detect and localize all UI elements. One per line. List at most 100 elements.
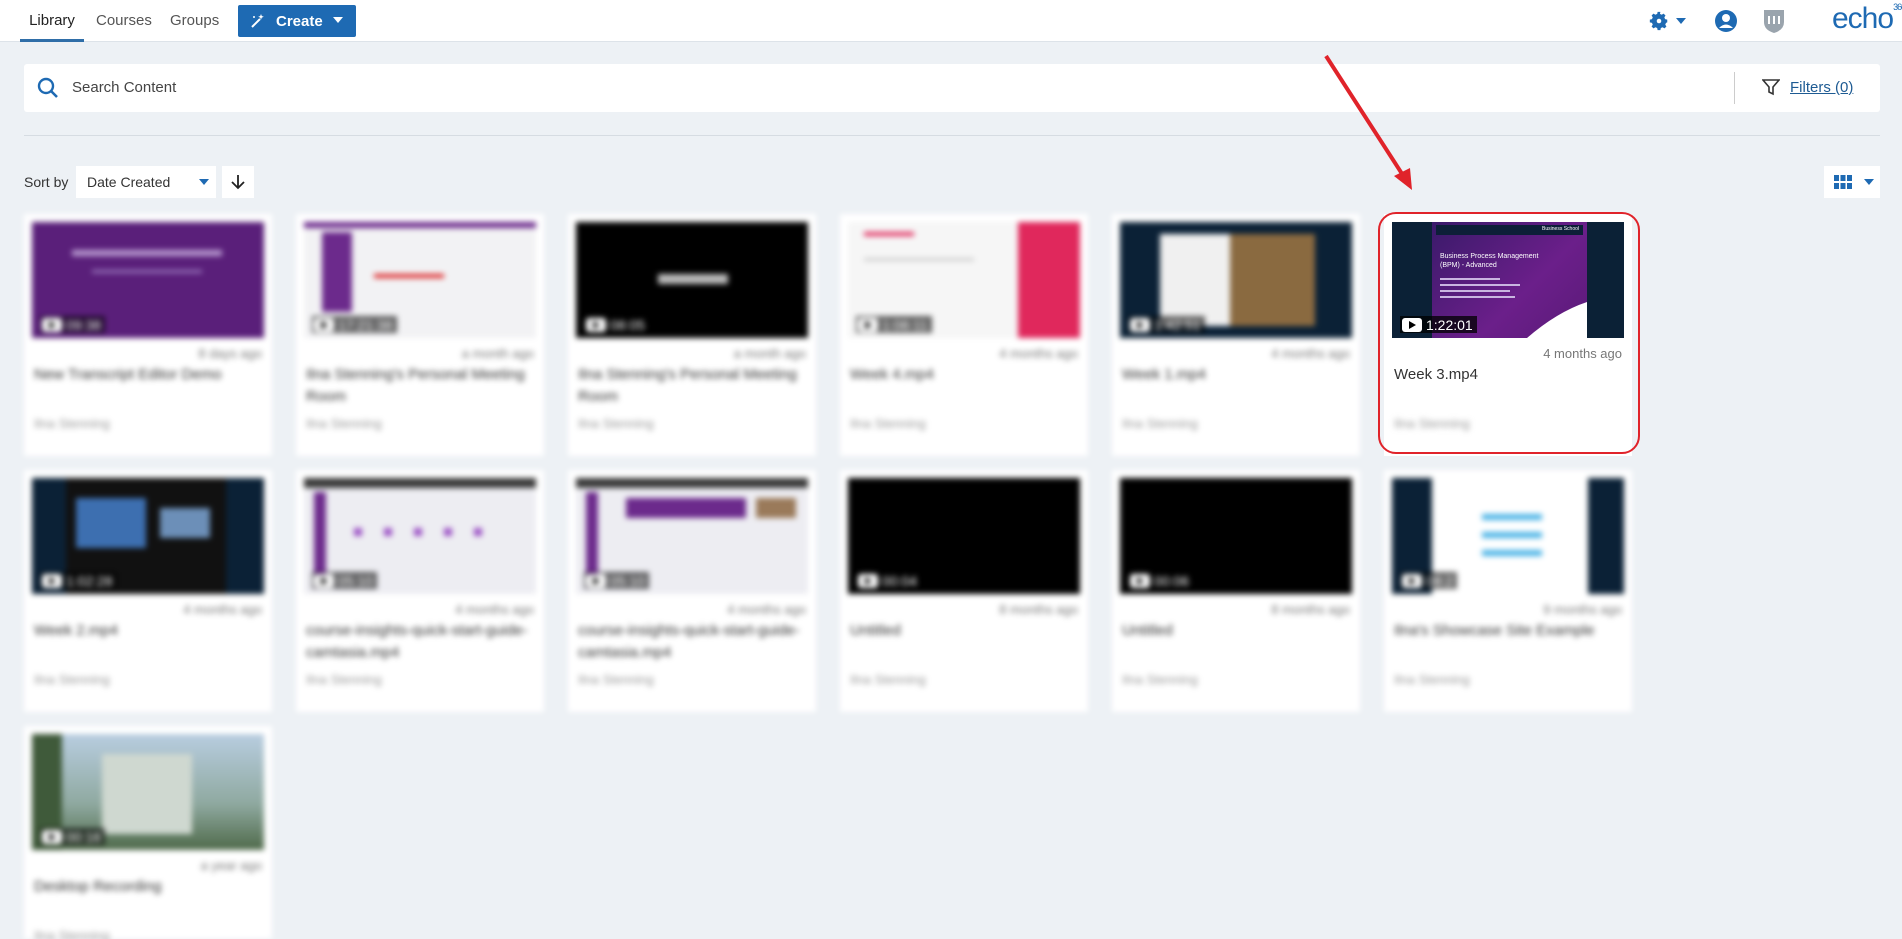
- duration-badge: 1:42:51: [1128, 316, 1205, 333]
- filters-link[interactable]: Filters (0): [1790, 79, 1853, 96]
- play-icon: [314, 317, 334, 332]
- card-title[interactable]: Ilna Stenning's Personal Meeting Room: [578, 364, 806, 408]
- card-owner: Ilna Stenning: [1122, 672, 1198, 687]
- card-title[interactable]: Desktop Recording: [34, 876, 262, 898]
- media-thumbnail[interactable]: 1:06:11: [848, 222, 1080, 338]
- search-input[interactable]: Search Content: [72, 79, 176, 96]
- card-title[interactable]: course-insights-quick-start-guide-camtas…: [306, 620, 534, 664]
- media-card[interactable]: 05:10 4 months ago course-insights-quick…: [568, 470, 816, 712]
- user-account-icon[interactable]: [1714, 9, 1738, 33]
- card-age: 4 months ago: [1271, 346, 1350, 361]
- card-owner: Ilna Stenning: [1394, 672, 1470, 687]
- card-owner: Ilna Stenning: [850, 416, 926, 431]
- media-thumbnail[interactable]: 00:06: [1120, 478, 1352, 594]
- gear-icon[interactable]: [1648, 10, 1670, 32]
- media-thumbnail[interactable]: 00:16: [32, 734, 264, 850]
- play-icon: [42, 573, 62, 588]
- duration-badge: 00:06: [1128, 572, 1194, 589]
- card-owner: Ilna Stenning: [578, 672, 654, 687]
- card-title[interactable]: Ilna Stenning's Personal Meeting Room: [306, 364, 534, 408]
- media-card[interactable]: 1:02:28 4 months ago Week 2.mp4 Ilna Ste…: [24, 470, 272, 712]
- duration-badge: 1:06:11: [856, 316, 932, 333]
- card-age: 8 months ago: [999, 602, 1078, 617]
- lms-shield-icon[interactable]: [1762, 8, 1786, 34]
- divider: [1734, 72, 1735, 104]
- media-thumbnail[interactable]: 08:2: [1392, 478, 1624, 594]
- media-card[interactable]: 08:05 a month ago Ilna Stenning's Person…: [568, 214, 816, 456]
- card-title[interactable]: course-insights-quick-start-guide-camtas…: [578, 620, 806, 664]
- sort-select[interactable]: Date Created: [76, 166, 216, 198]
- media-thumbnail[interactable]: 09:38: [32, 222, 264, 338]
- card-age: a year ago: [200, 858, 262, 873]
- media-card[interactable]: 00:06 8 months ago Untitled Ilna Stennin…: [1112, 470, 1360, 712]
- media-thumbnail[interactable]: 1:02:28: [32, 478, 264, 594]
- card-title[interactable]: Week 2.mp4: [34, 620, 262, 642]
- duration-badge: 08:05: [584, 316, 650, 333]
- media-card[interactable]: 1:06:11 4 months ago Week 4.mp4 Ilna Ste…: [840, 214, 1088, 456]
- tab-groups[interactable]: Groups: [170, 0, 219, 42]
- card-owner: Ilna Stenning: [34, 928, 110, 939]
- media-thumbnail[interactable]: 05:10: [576, 478, 808, 594]
- card-title[interactable]: Week 1.mp4: [1122, 364, 1350, 386]
- create-label: Create: [276, 12, 323, 30]
- media-thumbnail[interactable]: 1:42:51: [1120, 222, 1352, 338]
- annotation-arrow-icon: [1324, 54, 1412, 190]
- arrow-down-icon: [231, 175, 245, 190]
- divider: [24, 135, 1880, 136]
- media-thumbnail[interactable]: 17:21:38: [304, 222, 536, 338]
- play-icon: [42, 829, 62, 844]
- play-icon: [858, 573, 878, 588]
- media-card[interactable]: 00:16 a year ago Desktop Recording Ilna …: [24, 726, 272, 939]
- top-nav: Library Courses Groups Create echo360: [0, 0, 1902, 42]
- play-icon: [586, 573, 606, 588]
- create-button[interactable]: Create: [238, 5, 356, 37]
- filter-icon[interactable]: [1762, 78, 1780, 96]
- duration-badge: 09:38: [40, 316, 106, 333]
- media-card[interactable]: 17:21:38 a month ago Ilna Stenning's Per…: [296, 214, 544, 456]
- duration-badge: 00:04: [856, 572, 922, 589]
- chevron-down-icon: [199, 179, 209, 185]
- card-owner: Ilna Stenning: [306, 672, 382, 687]
- play-icon: [314, 573, 334, 588]
- media-card[interactable]: 08:2 9 months ago Ilna's Showcase Site E…: [1384, 470, 1632, 712]
- card-age: 4 months ago: [183, 602, 262, 617]
- card-age: 4 months ago: [999, 346, 1078, 361]
- media-card[interactable]: 09:38 8 days ago New Transcript Editor D…: [24, 214, 272, 456]
- card-owner: Ilna Stenning: [850, 672, 926, 687]
- card-age: a month ago: [733, 346, 806, 361]
- media-card[interactable]: 05:10 4 months ago course-insights-quick…: [296, 470, 544, 712]
- chevron-down-icon[interactable]: [1676, 17, 1686, 25]
- sort-direction-button[interactable]: [222, 166, 254, 198]
- media-card[interactable]: 00:04 8 months ago Untitled Ilna Stennin…: [840, 470, 1088, 712]
- search-icon: [37, 77, 58, 98]
- play-icon: [858, 317, 878, 332]
- card-title[interactable]: Ilna's Showcase Site Example: [1394, 620, 1622, 642]
- card-age: 8 days ago: [198, 346, 262, 361]
- card-owner: Ilna Stenning: [306, 416, 382, 431]
- card-title[interactable]: New Transcript Editor Demo: [34, 364, 262, 386]
- media-thumbnail[interactable]: 08:05: [576, 222, 808, 338]
- chevron-down-icon: [1864, 179, 1874, 185]
- tab-library[interactable]: Library: [20, 0, 84, 42]
- card-title[interactable]: Untitled: [1122, 620, 1350, 642]
- card-age: a month ago: [461, 346, 534, 361]
- card-owner: Ilna Stenning: [578, 416, 654, 431]
- sort-select-value: Date Created: [87, 174, 171, 190]
- card-title[interactable]: Untitled: [850, 620, 1078, 642]
- play-icon: [42, 317, 62, 332]
- play-icon: [586, 317, 606, 332]
- chevron-down-icon: [333, 17, 343, 23]
- media-thumbnail[interactable]: 05:10: [304, 478, 536, 594]
- duration-badge: 08:2: [1400, 572, 1458, 589]
- grid-view-icon: [1834, 175, 1852, 189]
- tab-courses[interactable]: Courses: [96, 0, 152, 42]
- media-thumbnail[interactable]: 00:04: [848, 478, 1080, 594]
- media-card[interactable]: 1:42:51 4 months ago Week 1.mp4 Ilna Ste…: [1112, 214, 1360, 456]
- play-icon: [1130, 573, 1150, 588]
- card-owner: Ilna Stenning: [34, 416, 110, 431]
- magic-wand-icon: [251, 14, 264, 28]
- card-age: 9 months ago: [1543, 602, 1622, 617]
- card-title[interactable]: Week 4.mp4: [850, 364, 1078, 386]
- view-toggle[interactable]: [1824, 166, 1880, 198]
- duration-badge: 05:10: [312, 572, 378, 589]
